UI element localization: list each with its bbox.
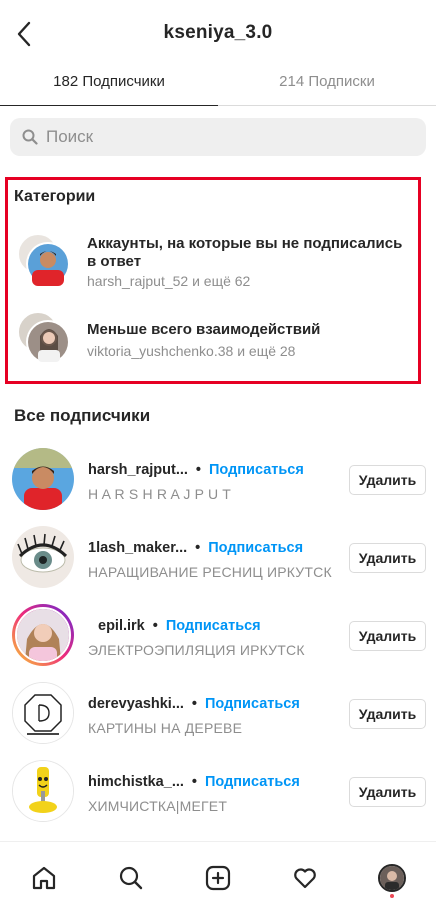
category-least-interacted[interactable]: Меньше всего взаимодействий viktoria_yus… [0, 310, 436, 380]
follower-row[interactable]: 1lash_maker... • Подписаться НАРАЩИВАНИЕ… [0, 518, 436, 596]
category-secondary-text: harsh_rajput_52 и ещё 62 [87, 273, 251, 289]
tab-bar: 182 Подписчики 214 Подписки [0, 68, 436, 106]
search-bar[interactable] [10, 118, 426, 156]
separator-dot: • [195, 462, 201, 478]
search-tab[interactable] [109, 856, 153, 900]
remove-button[interactable]: Удалить [349, 543, 426, 573]
category-secondary-text: viktoria_yushchenko.38 и ещё 28 [87, 343, 296, 359]
follower-row[interactable]: himchistka_... • Подписаться ХИМЧИСТКА|М… [0, 752, 436, 830]
plus-square-icon [205, 865, 231, 891]
name-line: epil.irk • Подписаться [98, 618, 261, 634]
name-line: harsh_rajput... • Подписаться [88, 462, 304, 478]
remove-button[interactable]: Удалить [349, 777, 426, 807]
bottom-tab-bar [0, 841, 436, 911]
follower-subtitle: ЭЛЕКТРОЭПИЛЯЦИЯ ИРКУТСК [88, 642, 305, 658]
separator-dot: • [191, 696, 197, 712]
category-not-following-back[interactable]: Аккаунты, на которые вы не подписались в… [0, 228, 436, 298]
separator-dot: • [152, 618, 158, 634]
search-icon [22, 129, 38, 145]
username[interactable]: harsh_rajput... [88, 462, 188, 478]
separator-dot: • [195, 540, 201, 556]
categories-title: Категории [14, 188, 96, 205]
profile-tab[interactable] [370, 856, 414, 900]
username[interactable]: 1lash_maker... [88, 540, 187, 556]
follow-button[interactable]: Подписаться [209, 462, 304, 478]
name-line: derevyashki... • Подписаться [88, 696, 300, 712]
username[interactable]: derevyashki... [88, 696, 184, 712]
page-title: kseniya_3.0 [163, 22, 273, 43]
avatar[interactable] [12, 448, 74, 510]
follower-subtitle: ХИМЧИСТКА|МЕГЕТ [88, 798, 228, 814]
avatar-stack [16, 232, 72, 288]
tab-following[interactable]: 214 Подписки [218, 68, 436, 105]
follower-row[interactable]: epil.irk • Подписаться ЭЛЕКТРОЭПИЛЯЦИЯ И… [0, 596, 436, 674]
follow-button[interactable]: Подписаться [166, 618, 261, 634]
name-line: himchistka_... • Подписаться [88, 774, 300, 790]
username[interactable]: himchistka_... [88, 774, 184, 790]
avatar[interactable] [12, 760, 74, 822]
follow-button[interactable]: Подписаться [208, 540, 303, 556]
home-icon [32, 866, 55, 890]
follower-row[interactable]: derevyashki... • Подписаться КАРТИНЫ НА … [0, 674, 436, 752]
follow-button[interactable]: Подписаться [205, 774, 300, 790]
profile-avatar [378, 864, 407, 892]
name-line: 1lash_maker... • Подписаться [88, 540, 303, 556]
avatar-story-ring[interactable] [12, 604, 74, 666]
heart-icon [294, 868, 316, 889]
notification-dot [390, 894, 395, 898]
avatar[interactable] [12, 682, 74, 744]
search-input[interactable] [46, 127, 406, 147]
follower-row[interactable]: harsh_rajput... • Подписаться H A R S H … [0, 440, 436, 518]
remove-button[interactable]: Удалить [349, 465, 426, 495]
follower-subtitle: H A R S H R A J P U T [88, 486, 231, 502]
follower-subtitle: НАРАЩИВАНИЕ РЕСНИЦ ИРКУТСК [88, 564, 332, 580]
username[interactable]: epil.irk [98, 618, 145, 634]
remove-button[interactable]: Удалить [349, 621, 426, 651]
follower-subtitle: КАРТИНЫ НА ДЕРЕВЕ [88, 720, 243, 736]
avatar-stack [16, 310, 72, 366]
home-tab[interactable] [22, 856, 66, 900]
activity-tab[interactable] [283, 856, 327, 900]
create-tab[interactable] [196, 856, 240, 900]
follow-button[interactable]: Подписаться [205, 696, 300, 712]
avatar[interactable] [12, 526, 74, 588]
search-icon [119, 866, 142, 890]
tab-followers[interactable]: 182 Подписчики [0, 68, 218, 106]
all-followers-title: Все подписчики [14, 406, 151, 425]
category-primary-text: Аккаунты, на которые вы не подписались в… [87, 235, 403, 270]
separator-dot: • [191, 774, 197, 790]
header: kseniya_3.0 [0, 0, 436, 68]
remove-button[interactable]: Удалить [349, 699, 426, 729]
category-primary-text: Меньше всего взаимодействий [87, 321, 321, 338]
